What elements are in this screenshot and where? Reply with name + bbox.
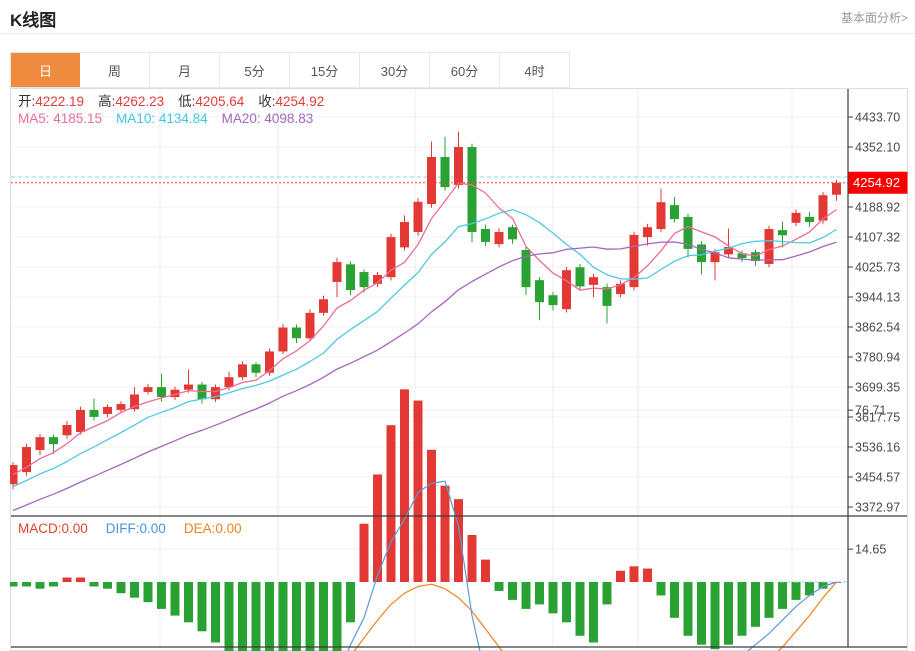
macd-pane: [10, 389, 848, 651]
svg-text:4188.92: 4188.92: [855, 201, 900, 215]
tab-interval-1[interactable]: 周: [80, 53, 150, 87]
svg-text:3699.35: 3699.35: [855, 381, 900, 395]
header-divider: [0, 33, 915, 34]
svg-text:4254.92: 4254.92: [853, 175, 900, 190]
tab-interval-3[interactable]: 5分: [220, 53, 290, 87]
tab-interval-7[interactable]: 4时: [500, 53, 569, 87]
tab-interval-6[interactable]: 60分: [430, 53, 500, 87]
tab-interval-2[interactable]: 月: [150, 53, 220, 87]
svg-text:4433.70: 4433.70: [855, 111, 900, 125]
ma10-line: [13, 210, 837, 487]
svg-text:3536.16: 3536.16: [855, 441, 900, 455]
page-title: K线图: [10, 6, 56, 31]
fundamental-analysis-link[interactable]: 基本面分析>: [841, 9, 908, 26]
svg-text:76.71: 76.71: [855, 404, 886, 418]
svg-text:3372.97: 3372.97: [855, 501, 900, 515]
svg-text:3944.13: 3944.13: [855, 291, 900, 305]
current-price-badge: 4254.92: [849, 172, 908, 194]
ma5-line: [13, 183, 837, 475]
ma20-line: [13, 242, 837, 511]
kline-page: K线图 基本面分析> 日周月5分15分30分60分4时 4433.70 4352.…: [0, 0, 915, 651]
svg-text:3862.54: 3862.54: [855, 321, 900, 335]
svg-text:4352.10: 4352.10: [855, 141, 900, 155]
kline-chart-svg[interactable]: 4433.704352.104270.514188.924107.324025.…: [10, 88, 908, 651]
tab-interval-5[interactable]: 30分: [360, 53, 430, 87]
tab-interval-4[interactable]: 15分: [290, 53, 360, 87]
svg-text:3454.57: 3454.57: [855, 471, 900, 485]
svg-text:14.65: 14.65: [855, 543, 886, 557]
chart-container: 4433.704352.104270.514188.924107.324025.…: [10, 88, 908, 651]
candlestick-series: [10, 132, 841, 490]
svg-text:3780.94: 3780.94: [855, 351, 900, 365]
interval-tabbar: 日周月5分15分30分60分4时: [10, 52, 570, 88]
svg-text:4025.73: 4025.73: [855, 261, 900, 275]
svg-text:4107.32: 4107.32: [855, 231, 900, 245]
tab-interval-0[interactable]: 日: [11, 53, 80, 87]
